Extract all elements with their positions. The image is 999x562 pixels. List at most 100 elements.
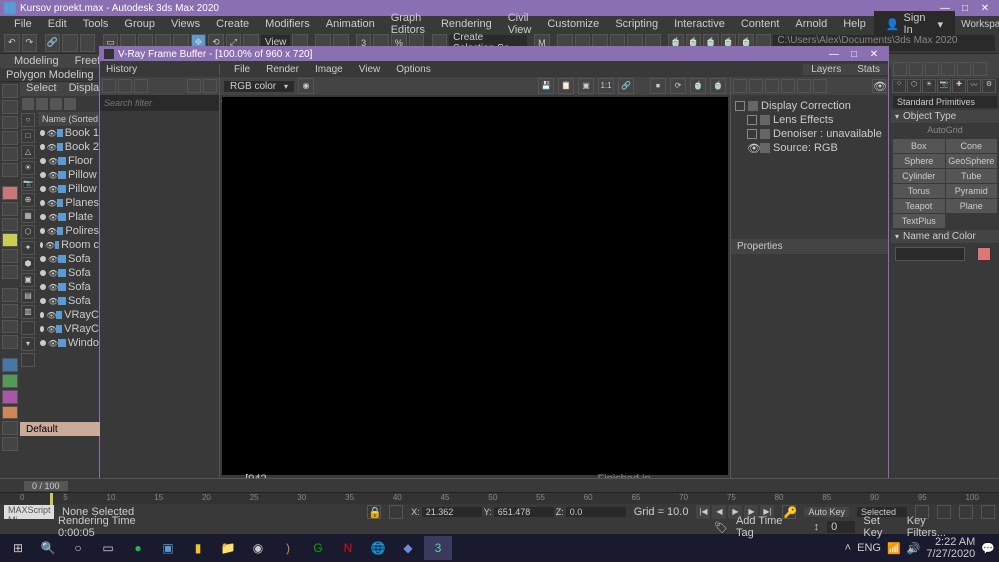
tray-volume-icon[interactable]: 🔊 bbox=[907, 542, 921, 555]
spin-icon[interactable]: ↕ bbox=[814, 521, 820, 533]
layer-reset-icon[interactable] bbox=[797, 79, 811, 93]
lt-icon[interactable] bbox=[2, 147, 18, 161]
scene-tool[interactable] bbox=[50, 98, 62, 110]
vfb-tab-layers[interactable]: Layers bbox=[803, 64, 849, 75]
scene-filter-icon[interactable]: ☀ bbox=[21, 161, 35, 175]
hist-settings-icon[interactable] bbox=[203, 79, 217, 93]
object-name-input[interactable] bbox=[895, 247, 965, 261]
lt-icon[interactable] bbox=[2, 218, 18, 232]
start-button[interactable]: ⊞ bbox=[4, 536, 32, 560]
systems-icon[interactable]: ⚙ bbox=[982, 79, 996, 93]
vfb-copy-icon[interactable]: 📋 bbox=[558, 78, 574, 94]
layer-eye-icon[interactable]: 👁 bbox=[872, 79, 886, 93]
time-slider[interactable]: 0 / 100 bbox=[0, 478, 999, 492]
vfb-teapot-icon[interactable]: 🍵 bbox=[690, 78, 706, 94]
isolate-icon[interactable] bbox=[389, 505, 403, 519]
menu-help[interactable]: Help bbox=[835, 18, 874, 30]
vfb-titlebar[interactable]: V-Ray Frame Buffer - [100.0% of 960 x 72… bbox=[100, 47, 888, 61]
menu-interactive[interactable]: Interactive bbox=[666, 18, 733, 30]
taskbar-app[interactable]: G bbox=[304, 536, 332, 560]
checkbox-icon[interactable] bbox=[747, 115, 757, 125]
vfb-menu-options[interactable]: Options bbox=[388, 64, 438, 75]
eye-icon[interactable]: 👁 bbox=[747, 142, 757, 155]
scene-filter-icon[interactable]: △ bbox=[21, 145, 35, 159]
lt-icon[interactable] bbox=[2, 131, 18, 145]
scene-tool[interactable] bbox=[36, 98, 48, 110]
checkbox-icon[interactable] bbox=[747, 129, 757, 139]
time-slider-handle[interactable]: 0 / 100 bbox=[24, 481, 68, 491]
taskbar-steam[interactable]: ◉ bbox=[244, 536, 272, 560]
scene-item[interactable]: 👁Polires bbox=[38, 224, 99, 238]
lt-icon[interactable] bbox=[2, 335, 18, 349]
menu-modifiers[interactable]: Modifiers bbox=[257, 18, 318, 30]
menu-animation[interactable]: Animation bbox=[318, 18, 383, 30]
lt-icon[interactable] bbox=[2, 437, 18, 451]
geometry-icon[interactable]: ○ bbox=[892, 79, 906, 93]
scene-filter-icon[interactable]: ▥ bbox=[21, 305, 35, 319]
layer-add-icon[interactable] bbox=[733, 79, 747, 93]
vfb-menu-file[interactable]: File bbox=[226, 64, 258, 75]
tree-source[interactable]: 👁Source: RGB bbox=[735, 141, 884, 155]
vfb-maximize[interactable]: □ bbox=[844, 49, 864, 60]
vfb-menu-view[interactable]: View bbox=[351, 64, 389, 75]
scene-filter-icon[interactable]: 📷 bbox=[21, 177, 35, 191]
scene-item[interactable]: 👁Sofa bbox=[38, 294, 99, 308]
scene-item[interactable]: 👁Plate bbox=[38, 210, 99, 224]
vfb-swatch-icon[interactable]: ◉ bbox=[298, 78, 314, 94]
scene-item[interactable]: 👁Pillow bbox=[38, 182, 99, 196]
z-coord[interactable]: 0.0 bbox=[566, 507, 626, 517]
scene-item[interactable]: 👁Pillow bbox=[38, 168, 99, 182]
layer-save-icon[interactable] bbox=[765, 79, 779, 93]
objtype-geosphere[interactable]: GeoSphere bbox=[946, 154, 998, 168]
scene-filter-icon[interactable]: ✦ bbox=[21, 241, 35, 255]
taskbar-3dsmax[interactable]: 3 bbox=[424, 536, 452, 560]
tray-wifi-icon[interactable]: 📶 bbox=[887, 542, 901, 555]
hist-load-icon[interactable] bbox=[118, 79, 132, 93]
vfb-menu-image[interactable]: Image bbox=[307, 64, 351, 75]
y-coord[interactable]: 651.478 bbox=[494, 507, 554, 517]
objtype-sphere[interactable]: Sphere bbox=[893, 154, 945, 168]
vfb-refresh-icon[interactable]: ⟳ bbox=[670, 78, 686, 94]
taskbar-discord[interactable]: ◆ bbox=[394, 536, 422, 560]
lt-icon[interactable] bbox=[2, 358, 18, 372]
goto-start-button[interactable]: |◀ bbox=[696, 505, 710, 519]
tray-notifications-icon[interactable]: 💬 bbox=[981, 542, 995, 555]
lt-icon[interactable] bbox=[2, 421, 18, 435]
tray-clock[interactable]: 2:22 AM7/27/2020 bbox=[926, 536, 975, 560]
maximize-button[interactable]: □ bbox=[955, 3, 975, 14]
objtype-teapot[interactable]: Teapot bbox=[893, 199, 945, 213]
scene-column-header[interactable]: Name (Sorted Asc bbox=[38, 112, 99, 126]
lock-icon[interactable]: 🔒 bbox=[367, 505, 381, 519]
tag-icon[interactable]: 🏷 bbox=[714, 521, 728, 534]
scene-item[interactable]: 👁Room c bbox=[38, 238, 99, 252]
x-coord[interactable]: 21.362 bbox=[422, 507, 482, 517]
layer-undo-icon[interactable] bbox=[813, 79, 827, 93]
scene-item[interactable]: 👁Book 2 bbox=[38, 140, 99, 154]
menu-arnold[interactable]: Arnold bbox=[787, 18, 835, 30]
redo-button[interactable]: ↷ bbox=[22, 34, 38, 52]
material-default[interactable]: Default bbox=[20, 422, 100, 436]
menu-edit[interactable]: Edit bbox=[40, 18, 75, 30]
vfb-render-view[interactable] bbox=[222, 97, 728, 475]
layer-load-icon[interactable] bbox=[781, 79, 795, 93]
scene-item[interactable]: 👁Sofa bbox=[38, 252, 99, 266]
motion-tab-icon[interactable] bbox=[941, 62, 955, 76]
link-button[interactable]: 🔗 bbox=[45, 34, 61, 52]
vfb-region-icon[interactable]: ▣ bbox=[578, 78, 594, 94]
autogrid-label[interactable]: AutoGrid bbox=[891, 123, 999, 137]
signin-button[interactable]: 👤Sign In▾ bbox=[874, 11, 955, 37]
shapes-icon[interactable]: ⬡ bbox=[907, 79, 921, 93]
taskbar-explorer[interactable]: 📁 bbox=[214, 536, 242, 560]
prev-frame-button[interactable]: ◀ bbox=[712, 505, 726, 519]
menu-rendering[interactable]: Rendering bbox=[433, 18, 500, 30]
lights-icon[interactable]: ☀ bbox=[922, 79, 936, 93]
rollup-namecolor[interactable]: Name and Color bbox=[891, 230, 999, 243]
scene-item[interactable]: 👁VRayC bbox=[38, 308, 99, 322]
scene-filter-icon[interactable] bbox=[21, 321, 35, 335]
objtype-torus[interactable]: Torus bbox=[893, 184, 945, 198]
objtype-plane[interactable]: Plane bbox=[946, 199, 998, 213]
menu-content[interactable]: Content bbox=[733, 18, 788, 30]
vfb-ipr-icon[interactable]: 🍵 bbox=[710, 78, 726, 94]
rollup-objecttype[interactable]: Object Type bbox=[891, 110, 999, 123]
create-tab-icon[interactable] bbox=[893, 62, 907, 76]
